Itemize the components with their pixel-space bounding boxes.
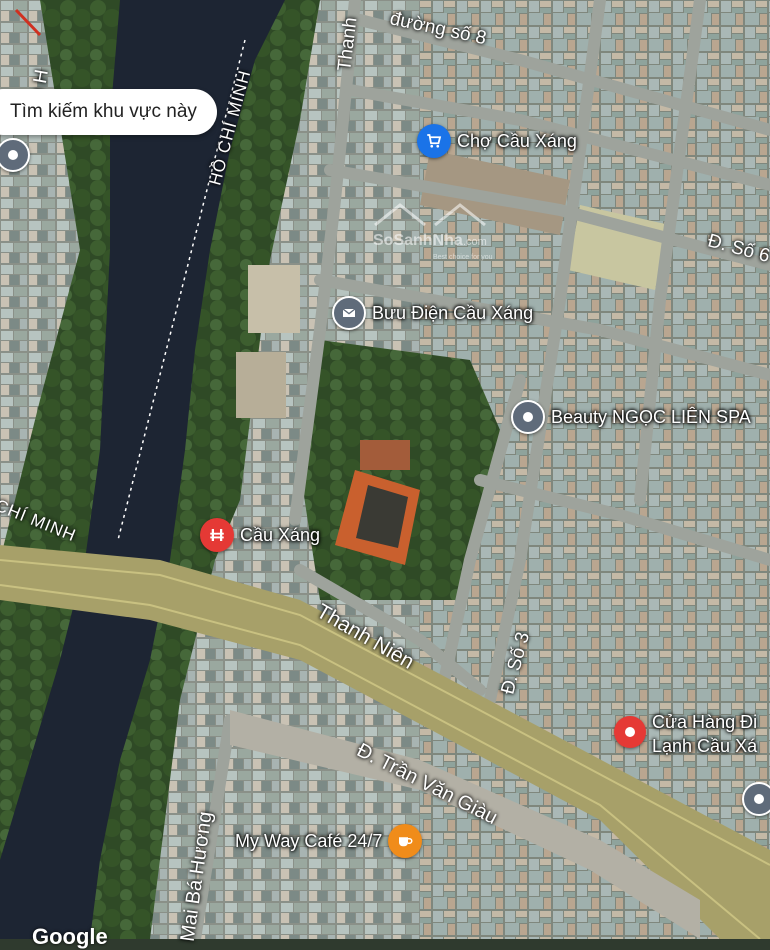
place-pin-my-way-cafe[interactable]: My Way Café 24/7: [235, 824, 423, 858]
satellite-map[interactable]: [0, 0, 770, 939]
place-label-line2: Lạnh Cầu Xá: [652, 736, 758, 756]
place-pin-cau-xang[interactable]: Cầu Xáng: [200, 518, 320, 552]
place-label: Cầu Xáng: [240, 524, 321, 545]
watermark-domain: .com: [463, 236, 487, 248]
shopping-cart-icon: [417, 124, 451, 158]
place-pin-cho-cau-xang[interactable]: Chợ Cầu Xáng: [417, 124, 577, 158]
place-label: Chợ Cầu Xáng: [457, 130, 577, 151]
place-pin-generic-left[interactable]: [0, 138, 30, 172]
place-label: Beauty NGỌC LIÊN SPA: [551, 406, 751, 427]
place-pin-buu-dien[interactable]: Bưu Điện Cầu Xáng: [332, 296, 533, 330]
place-icon: [614, 716, 646, 748]
mail-icon: [332, 296, 366, 330]
bridge-icon: [200, 518, 234, 552]
place-label: My Way Café 24/7: [235, 830, 383, 851]
place-pin-cua-hang[interactable]: Cửa Hàng Đi Lạnh Cầu Xá: [614, 710, 757, 758]
watermark-brand: SoSanhNha: [373, 232, 463, 249]
coffee-cup-icon: [388, 824, 423, 858]
place-icon: [511, 400, 545, 434]
place-icon: [742, 782, 770, 816]
watermark-tagline: Best choice for you: [433, 254, 493, 261]
search-this-area-button[interactable]: Tìm kiếm khu vực này: [0, 89, 217, 135]
place-label-line1: Cửa Hàng Đi: [652, 712, 758, 732]
place-pin-beauty-spa[interactable]: Beauty NGỌC LIÊN SPA: [511, 400, 751, 434]
search-this-area-label: Tìm kiếm khu vực này: [10, 101, 197, 122]
place-label: Bưu Điện Cầu Xáng: [372, 302, 534, 323]
watermark-logo: SoSanhNha .com Best choice for you: [373, 203, 493, 261]
google-attribution: Google: [32, 924, 108, 949]
place-icon: [0, 138, 30, 172]
place-pin-generic-right[interactable]: [742, 782, 770, 816]
